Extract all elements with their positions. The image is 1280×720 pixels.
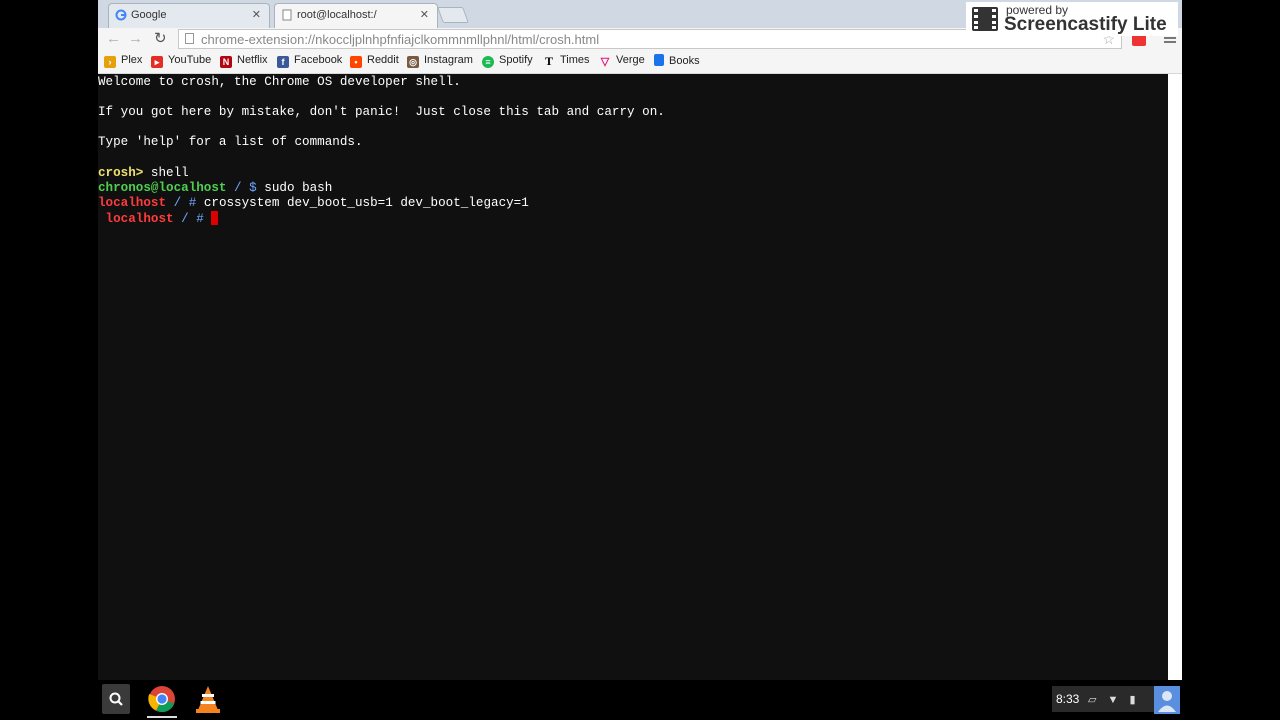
page-icon (185, 33, 194, 44)
bookmark-spotify[interactable]: ≡ Spotify (482, 54, 533, 70)
bookmark-plex[interactable]: › Plex (104, 54, 142, 70)
root-prompt-path: / # (166, 196, 197, 210)
scrollbar[interactable] (1168, 74, 1182, 680)
screen-icon: ▱ (1088, 694, 1097, 706)
url-text[interactable]: chrome-extension://nkoccljplnhpfnfiajclk… (201, 32, 599, 47)
close-tab-icon[interactable]: ✕ (252, 8, 261, 21)
tab-title: Google (131, 9, 167, 21)
wifi-icon: ▼ (1107, 694, 1119, 706)
user-icon (1158, 691, 1176, 712)
watermark-title: Screencastify Lite (1004, 14, 1167, 35)
crosh-prompt: crosh> (98, 166, 144, 180)
page-icon (282, 9, 292, 21)
bookmark-facebook[interactable]: f Facebook (277, 54, 342, 70)
tab-google[interactable]: Google ✕ (108, 3, 270, 28)
command-text: shell (143, 166, 189, 180)
root-prompt-host: localhost (98, 196, 167, 210)
instagram-icon: ◎ (407, 56, 419, 68)
spotify-icon: ≡ (482, 56, 494, 68)
bookmark-reddit[interactable]: • Reddit (350, 54, 399, 70)
shelf: 8:33 ▱ ▼ ▮ (0, 680, 1280, 720)
terminal-line: If you got here by mistake, don't panic!… (98, 105, 665, 119)
launcher-button[interactable] (102, 684, 130, 714)
running-indicator (147, 716, 177, 718)
bookmark-netflix[interactable]: N Netflix (220, 54, 268, 70)
root-prompt-path: / # (173, 212, 204, 226)
browser-window: Google ✕ root@localhost:/ ✕ ← → ↻ chrome… (98, 0, 1182, 680)
back-arrow-icon[interactable]: ← (106, 30, 121, 47)
google-icon (115, 9, 127, 21)
terminal[interactable]: Welcome to crosh, the Chrome OS develope… (98, 74, 1168, 680)
terminal-line: Type 'help' for a list of commands. (98, 135, 363, 149)
youtube-icon: ▸ (151, 56, 163, 68)
search-icon (109, 692, 123, 706)
user-avatar[interactable] (1154, 686, 1180, 714)
bookmark-times[interactable]: T Times (543, 54, 590, 70)
terminal-cursor (211, 211, 219, 225)
command-text: crossystem dev_boot_usb=1 dev_boot_legac… (196, 196, 529, 210)
chrome-icon[interactable] (148, 685, 176, 713)
film-icon (972, 7, 998, 31)
tab-title: root@localhost:/ (297, 9, 377, 21)
reload-icon[interactable]: ↻ (154, 29, 167, 47)
verge-icon: ▽ (600, 56, 610, 68)
bookmarks-bar: › Plex ▸ YouTube N Netflix f Facebook • Reddi… (98, 51, 1182, 74)
books-icon (654, 54, 664, 66)
clock: 8:33 (1056, 692, 1080, 706)
terminal-line: chronos@localhost / $ sudo bash (98, 181, 332, 196)
vlc-icon[interactable] (194, 684, 222, 714)
root-prompt-host: localhost (98, 212, 174, 226)
terminal-line: localhost / # crossystem dev_boot_usb=1 … (98, 196, 529, 211)
close-tab-icon[interactable]: ✕ (420, 8, 429, 21)
facebook-icon: f (277, 56, 289, 68)
terminal-line: Welcome to crosh, the Chrome OS develope… (98, 75, 461, 89)
reddit-icon: • (350, 56, 362, 68)
netflix-icon: N (220, 56, 232, 68)
screencastify-watermark: powered by Screencastify Lite (966, 2, 1178, 36)
bookmark-verge[interactable]: ▽ Verge (599, 54, 645, 70)
new-tab-button[interactable] (437, 7, 469, 23)
battery-icon: ▮ (1129, 694, 1136, 706)
forward-arrow-icon[interactable]: → (128, 30, 143, 47)
terminal-line: crosh> shell (98, 166, 189, 181)
shell-prompt-host: chronos@localhost (98, 181, 227, 195)
bookmark-books[interactable]: Books (654, 54, 700, 70)
command-text: sudo bash (256, 181, 333, 195)
bookmark-instagram[interactable]: ◎ Instagram (407, 54, 473, 70)
tab-crosh[interactable]: root@localhost:/ ✕ (274, 3, 438, 28)
status-icons: ▱ ▼ ▮ (1088, 693, 1136, 706)
shell-prompt-path: / $ (226, 181, 257, 195)
nytimes-icon: T (544, 54, 553, 68)
terminal-line: localhost / # (98, 211, 219, 227)
bookmark-youtube[interactable]: ▸ YouTube (151, 54, 211, 70)
plex-icon: › (104, 56, 116, 68)
